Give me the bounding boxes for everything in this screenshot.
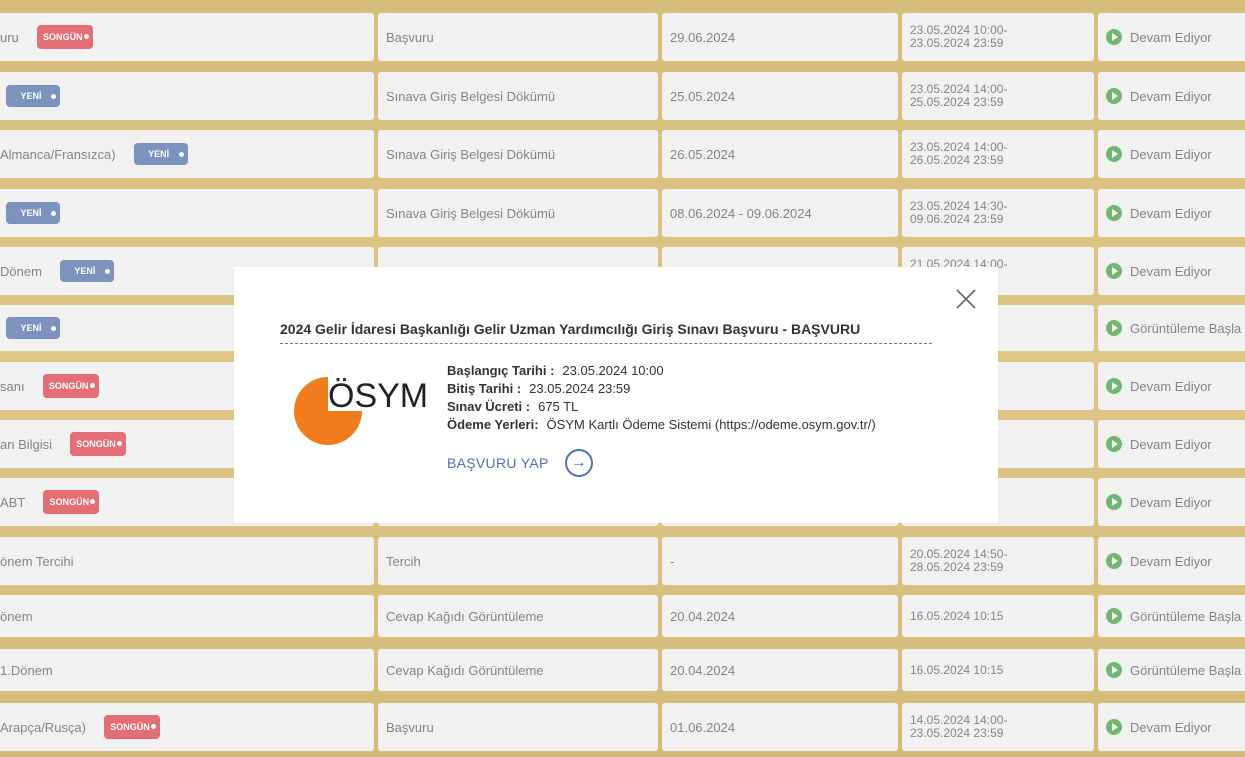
info-label: Bitiş Tarihi : — [447, 381, 522, 396]
exam-info: Başlangıç Tarihi : 23.05.2024 10:00 Bitiş… — [447, 363, 876, 435]
info-start-date: Başlangıç Tarihi : 23.05.2024 10:00 — [447, 363, 876, 381]
info-value: 23.05.2024 10:00 — [562, 363, 664, 378]
info-value: ÖSYM Kartlı Ödeme Sistemi (https://odeme… — [546, 417, 876, 432]
osym-logo: ÖSYM — [288, 371, 438, 451]
apply-button[interactable]: BAŞVURU YAP → — [447, 449, 593, 477]
info-end-date: Bitiş Tarihi : 23.05.2024 23:59 — [447, 381, 876, 399]
info-payment: Ödeme Yerleri: ÖSYM Kartlı Ödeme Sistemi … — [447, 417, 876, 435]
application-modal: 2024 Gelir İdaresi Başkanlığı Gelir Uzma… — [234, 267, 998, 523]
info-label: Ödeme Yerleri: — [447, 417, 539, 432]
modal-title: 2024 Gelir İdaresi Başkanlığı Gelir Uzma… — [280, 321, 932, 344]
arrow-right-circle-icon[interactable]: → — [564, 449, 593, 477]
close-icon[interactable] — [954, 287, 978, 311]
info-label: Başlangıç Tarihi : — [447, 363, 555, 378]
info-value: 23.05.2024 23:59 — [529, 381, 631, 396]
info-label: Sınav Ücreti : — [447, 399, 531, 414]
info-value: 675 TL — [538, 399, 579, 414]
info-fee: Sınav Ücreti : 675 TL — [447, 399, 876, 417]
apply-label[interactable]: BAŞVURU YAP — [447, 455, 549, 471]
logo-text: ÖSYM — [328, 377, 429, 415]
